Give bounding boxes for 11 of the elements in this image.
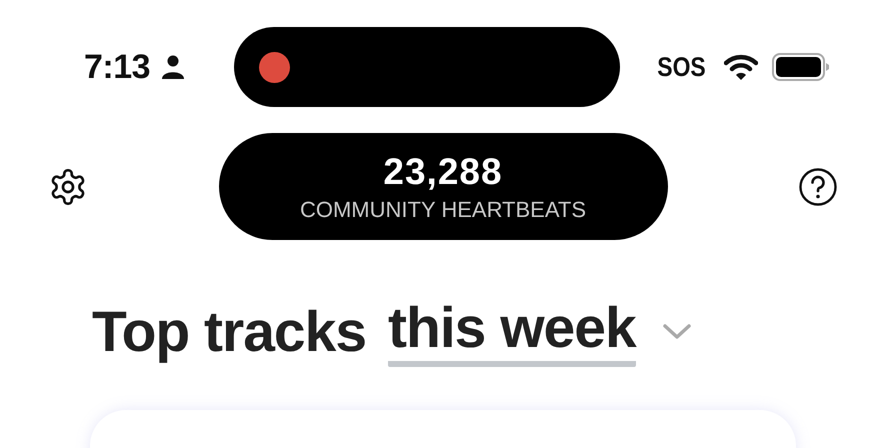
heartbeat-count: 23,288	[383, 150, 503, 192]
battery-icon	[772, 53, 830, 81]
section-title: Top tracks	[92, 299, 366, 365]
wifi-icon	[724, 54, 758, 80]
help-icon[interactable]	[798, 166, 838, 206]
recording-dot-icon	[259, 52, 290, 82]
heartbeat-label: COMMUNITY HEARTBEATS	[300, 196, 586, 222]
clock-time: 7:13	[84, 48, 150, 86]
period-dropdown[interactable]: this week	[388, 296, 636, 368]
sos-indicator: SOS	[657, 52, 706, 82]
person-icon	[162, 55, 184, 79]
